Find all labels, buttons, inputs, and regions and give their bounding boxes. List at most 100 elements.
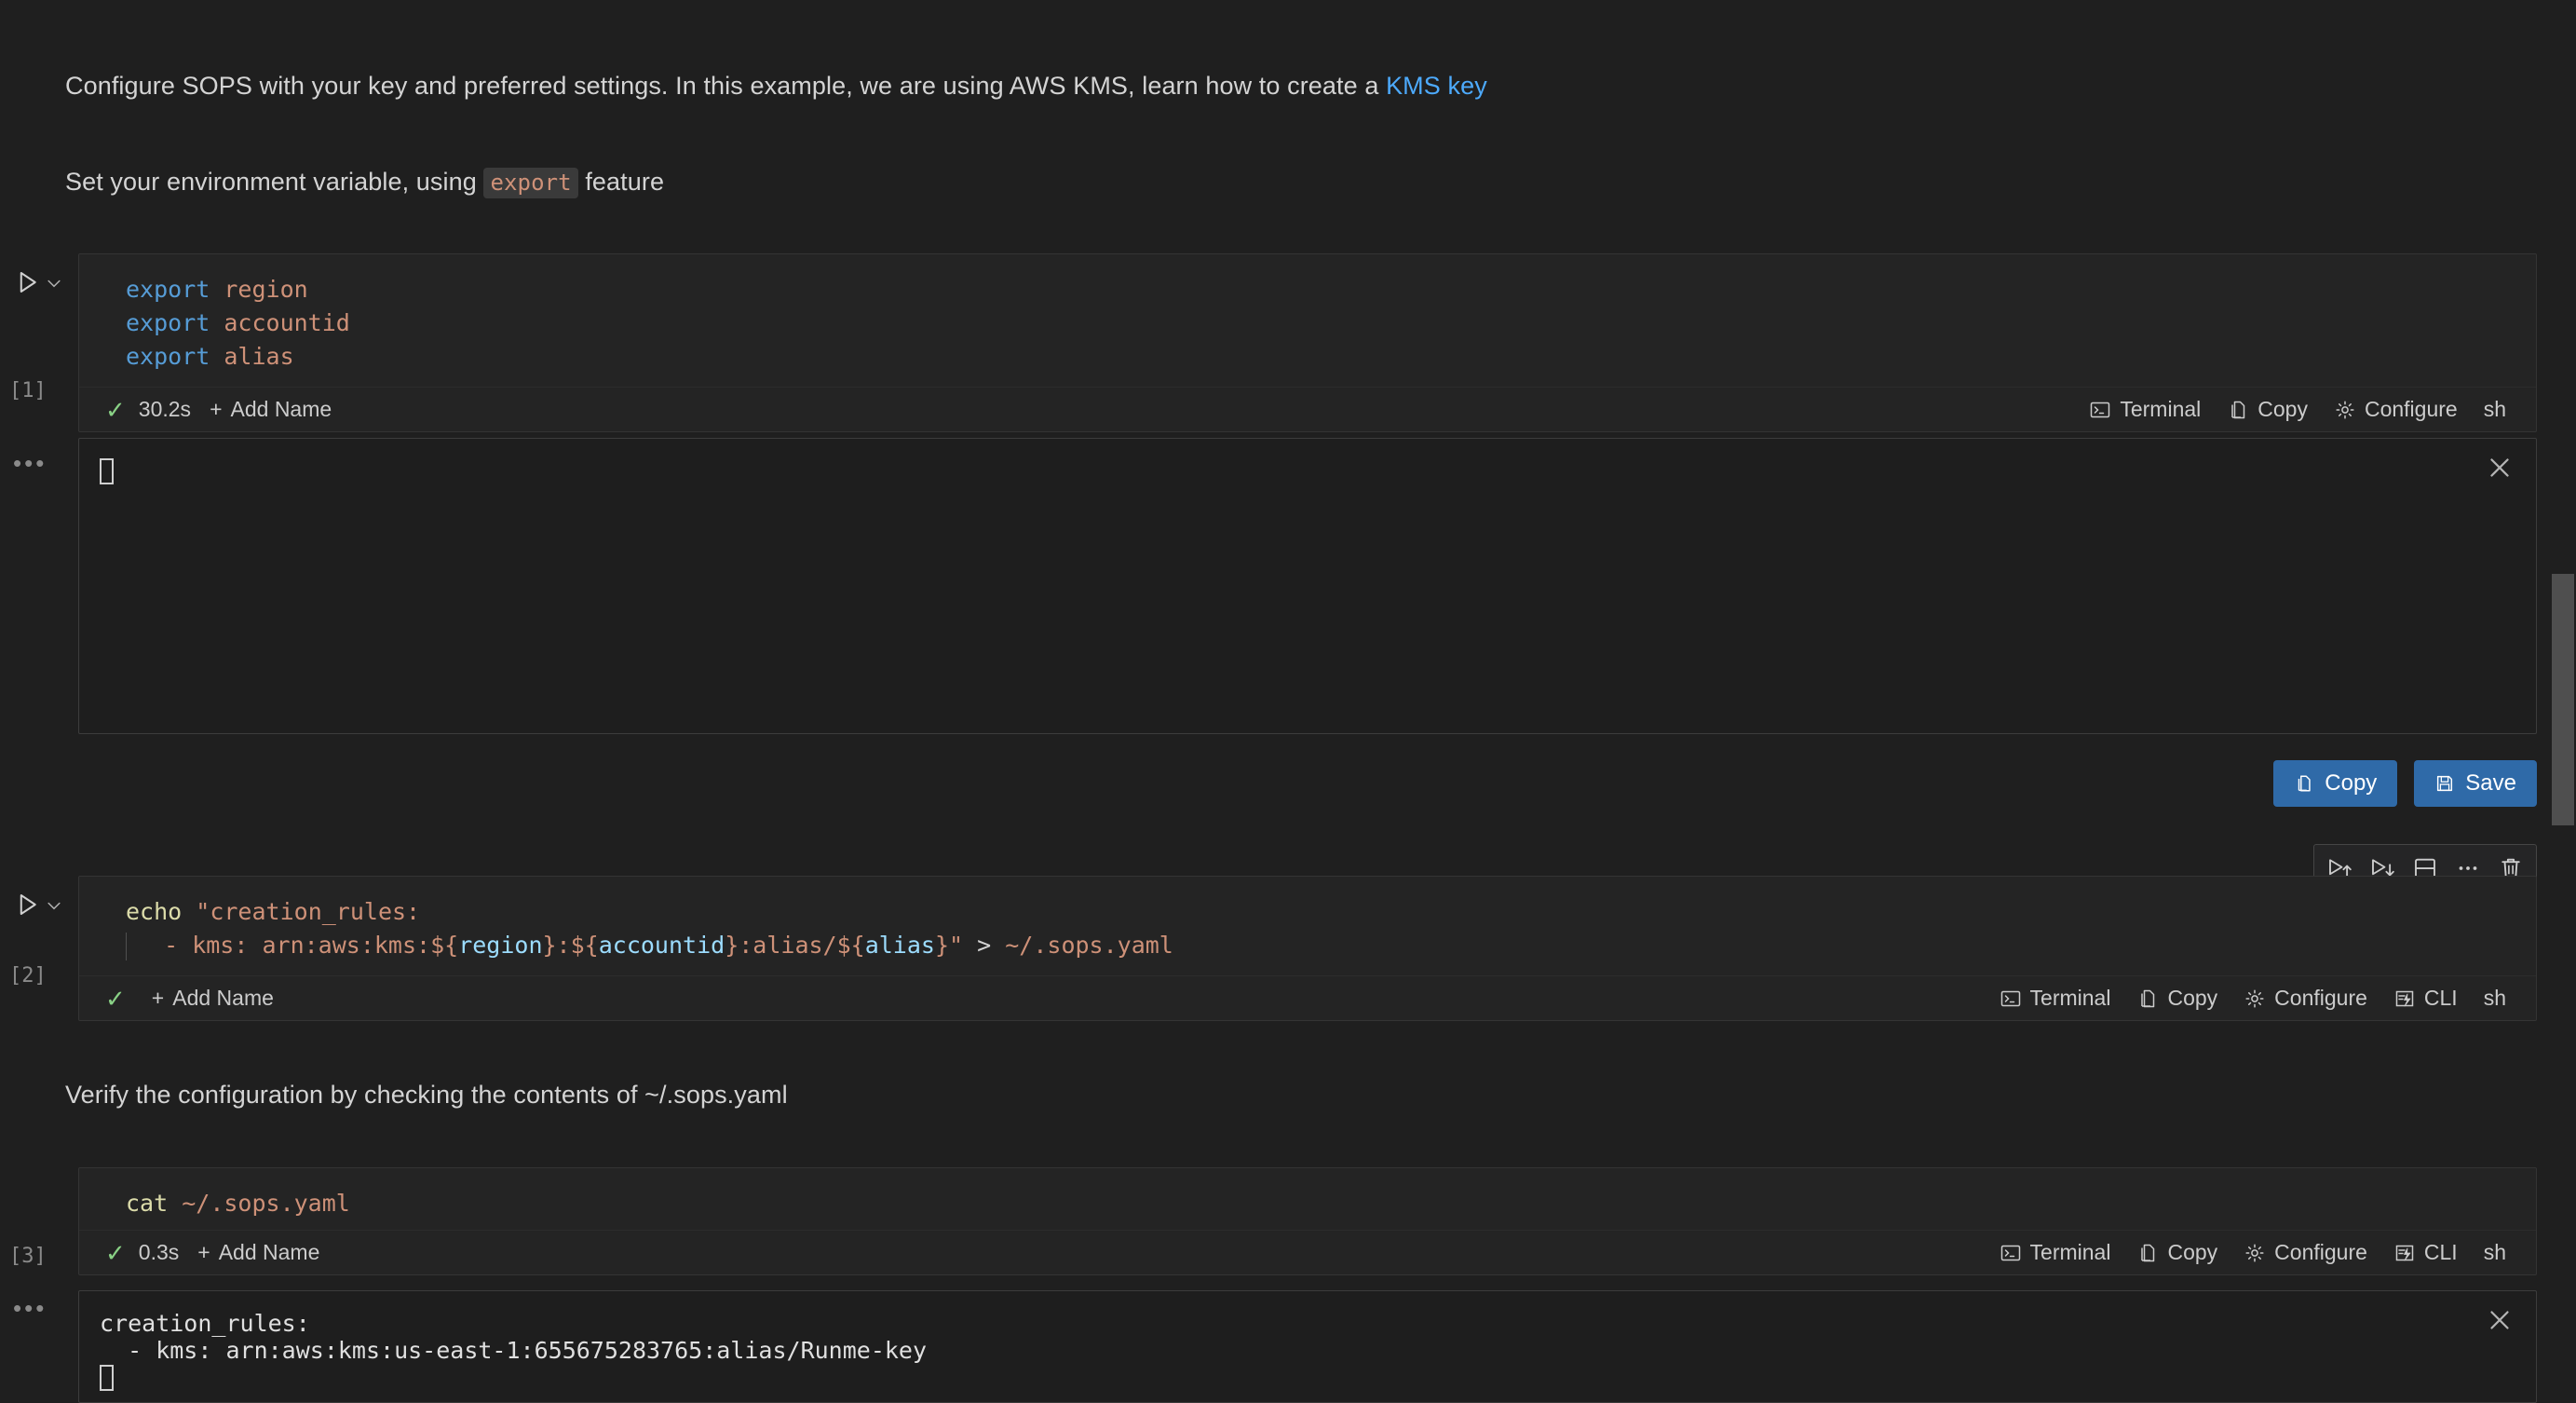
cell-2-language-badge[interactable]: sh	[2471, 983, 2519, 1014]
cell-1-editor[interactable]: export region export accountid export al…	[78, 253, 2537, 432]
output-save-label: Save	[2465, 770, 2516, 796]
code-token: cat	[126, 1190, 169, 1217]
cell-2-code[interactable]: echo "creation_rules: - kms: arn:aws:kms…	[79, 877, 2536, 975]
indent-guide	[126, 933, 127, 960]
env-var-text-tail: feature	[577, 168, 665, 196]
terminal-icon	[2089, 399, 2111, 421]
scrollbar-thumb[interactable]	[2552, 574, 2574, 825]
cli-label: CLI	[2423, 1240, 2458, 1264]
close-icon[interactable]	[2484, 1304, 2515, 1336]
copy-icon	[2136, 988, 2159, 1010]
chevron-down-icon[interactable]	[45, 274, 63, 293]
terminal-label: Terminal	[2120, 397, 2202, 421]
plus-icon: +	[197, 1240, 210, 1264]
cell-3-execution-count: [3]	[9, 1245, 47, 1268]
gear-icon	[2244, 988, 2266, 1010]
run-cell-button[interactable]	[13, 268, 41, 296]
run-cell-button[interactable]	[13, 891, 41, 919]
add-name-button[interactable]: + Add Name	[184, 1237, 332, 1268]
output-line: creation_rules:	[100, 1310, 310, 1337]
output-collapse-dots[interactable]: •••	[13, 451, 47, 475]
code-token: accountid	[224, 309, 350, 336]
output-copy-button[interactable]: Copy	[2273, 760, 2398, 807]
configure-button[interactable]: Configure	[2321, 394, 2471, 425]
code-token: }:${	[542, 932, 599, 959]
terminal-button[interactable]: Terminal	[2076, 394, 2214, 425]
configure-button[interactable]: Configure	[2230, 1237, 2380, 1268]
code-token: echo	[126, 898, 183, 925]
status-success-icon: ✓	[105, 984, 126, 1013]
gear-icon	[2244, 1242, 2266, 1264]
terminal-cursor	[100, 1365, 114, 1391]
code-token: alias	[224, 343, 294, 370]
cell-2-statusbar: ✓ + Add Name Terminal Copy Configure CLI…	[79, 975, 2536, 1020]
output-copy-label: Copy	[2325, 770, 2378, 796]
code-token: export	[126, 276, 210, 303]
configure-label: Configure	[2274, 986, 2367, 1010]
copy-icon	[2227, 399, 2249, 421]
code-token: alias	[864, 932, 935, 959]
add-name-button[interactable]: + Add Name	[139, 983, 287, 1014]
plus-icon: +	[151, 986, 165, 1010]
copy-icon	[2136, 1242, 2159, 1264]
code-token: export	[126, 309, 210, 336]
cell-1-language-badge[interactable]: sh	[2471, 394, 2519, 425]
code-token: accountid	[598, 932, 725, 959]
cell-1-output-actions: Copy Save	[2273, 760, 2537, 807]
output-save-button[interactable]: Save	[2414, 760, 2537, 807]
close-icon[interactable]	[2484, 452, 2515, 484]
terminal-button[interactable]: Terminal	[1986, 983, 2124, 1014]
copy-button[interactable]: Copy	[2123, 1237, 2230, 1268]
cli-button[interactable]: CLI	[2380, 1237, 2471, 1268]
output-collapse-dots[interactable]: •••	[13, 1296, 47, 1320]
code-token: ~/.sops.yaml	[182, 1190, 350, 1217]
cli-icon	[2393, 1242, 2416, 1264]
copy-button[interactable]: Copy	[2214, 394, 2321, 425]
copy-label: Copy	[2167, 1240, 2218, 1264]
env-var-text-lead: Set your environment variable, using	[65, 168, 484, 196]
export-inline-code: export	[483, 168, 578, 198]
markdown-paragraph-env-var: Set your environment variable, using exp…	[0, 163, 2576, 201]
terminal-icon	[2000, 1242, 2022, 1264]
cell-3-editor[interactable]: cat ~/.sops.yaml ✓ 0.3s + Add Name Termi…	[78, 1167, 2537, 1275]
code-token: "creation_rules:	[196, 898, 421, 925]
cli-button[interactable]: CLI	[2380, 983, 2471, 1014]
cell-3-output-text: creation_rules: - kms: arn:aws:kms:us-ea…	[79, 1291, 2536, 1391]
terminal-label: Terminal	[2029, 1240, 2111, 1264]
terminal-button[interactable]: Terminal	[1986, 1237, 2124, 1268]
cell-2-gutter: [2]	[0, 876, 78, 1015]
cell-1-output-text	[79, 439, 2536, 484]
vertical-scrollbar[interactable]	[2552, 0, 2576, 1403]
cell-1-execution-count: [1]	[9, 379, 47, 402]
kms-key-link[interactable]: KMS key	[1386, 72, 1487, 100]
configure-button[interactable]: Configure	[2230, 983, 2380, 1014]
copy-button[interactable]: Copy	[2123, 983, 2230, 1014]
cell-3-statusbar: ✓ 0.3s + Add Name Terminal Copy Configur…	[79, 1230, 2536, 1274]
cell-1-gutter: [1]	[0, 253, 78, 430]
add-name-label: Add Name	[230, 397, 332, 421]
cell-3-duration: 0.3s	[138, 1240, 180, 1264]
status-success-icon: ✓	[105, 395, 126, 424]
save-icon	[2434, 773, 2455, 794]
chevron-down-icon[interactable]	[45, 896, 63, 915]
cell-1-duration: 30.2s	[138, 397, 192, 421]
intro-text-lead: Configure SOPS with your key and preferr…	[65, 72, 1387, 100]
cli-icon	[2393, 988, 2416, 1010]
cell-3-code[interactable]: cat ~/.sops.yaml	[79, 1168, 2536, 1230]
add-name-button[interactable]: + Add Name	[197, 394, 345, 425]
cell-1-code[interactable]: export region export accountid export al…	[79, 254, 2536, 387]
cell-2-execution-count: [2]	[9, 964, 47, 988]
gear-icon	[2334, 399, 2356, 421]
cell-3-language-badge[interactable]: sh	[2471, 1237, 2519, 1268]
env-var-paragraph-text: Set your environment variable, using exp…	[65, 163, 2576, 201]
terminal-label: Terminal	[2029, 986, 2111, 1010]
cell-3-gutter: [3]	[0, 1167, 78, 1277]
configure-label: Configure	[2364, 397, 2458, 421]
code-token: region	[458, 932, 543, 959]
code-token: - kms: arn:aws:kms:${	[136, 932, 459, 959]
code-token: region	[224, 276, 308, 303]
cell-2-editor[interactable]: echo "creation_rules: - kms: arn:aws:kms…	[78, 876, 2537, 1021]
code-token: ~/.sops.yaml	[1005, 932, 1173, 959]
